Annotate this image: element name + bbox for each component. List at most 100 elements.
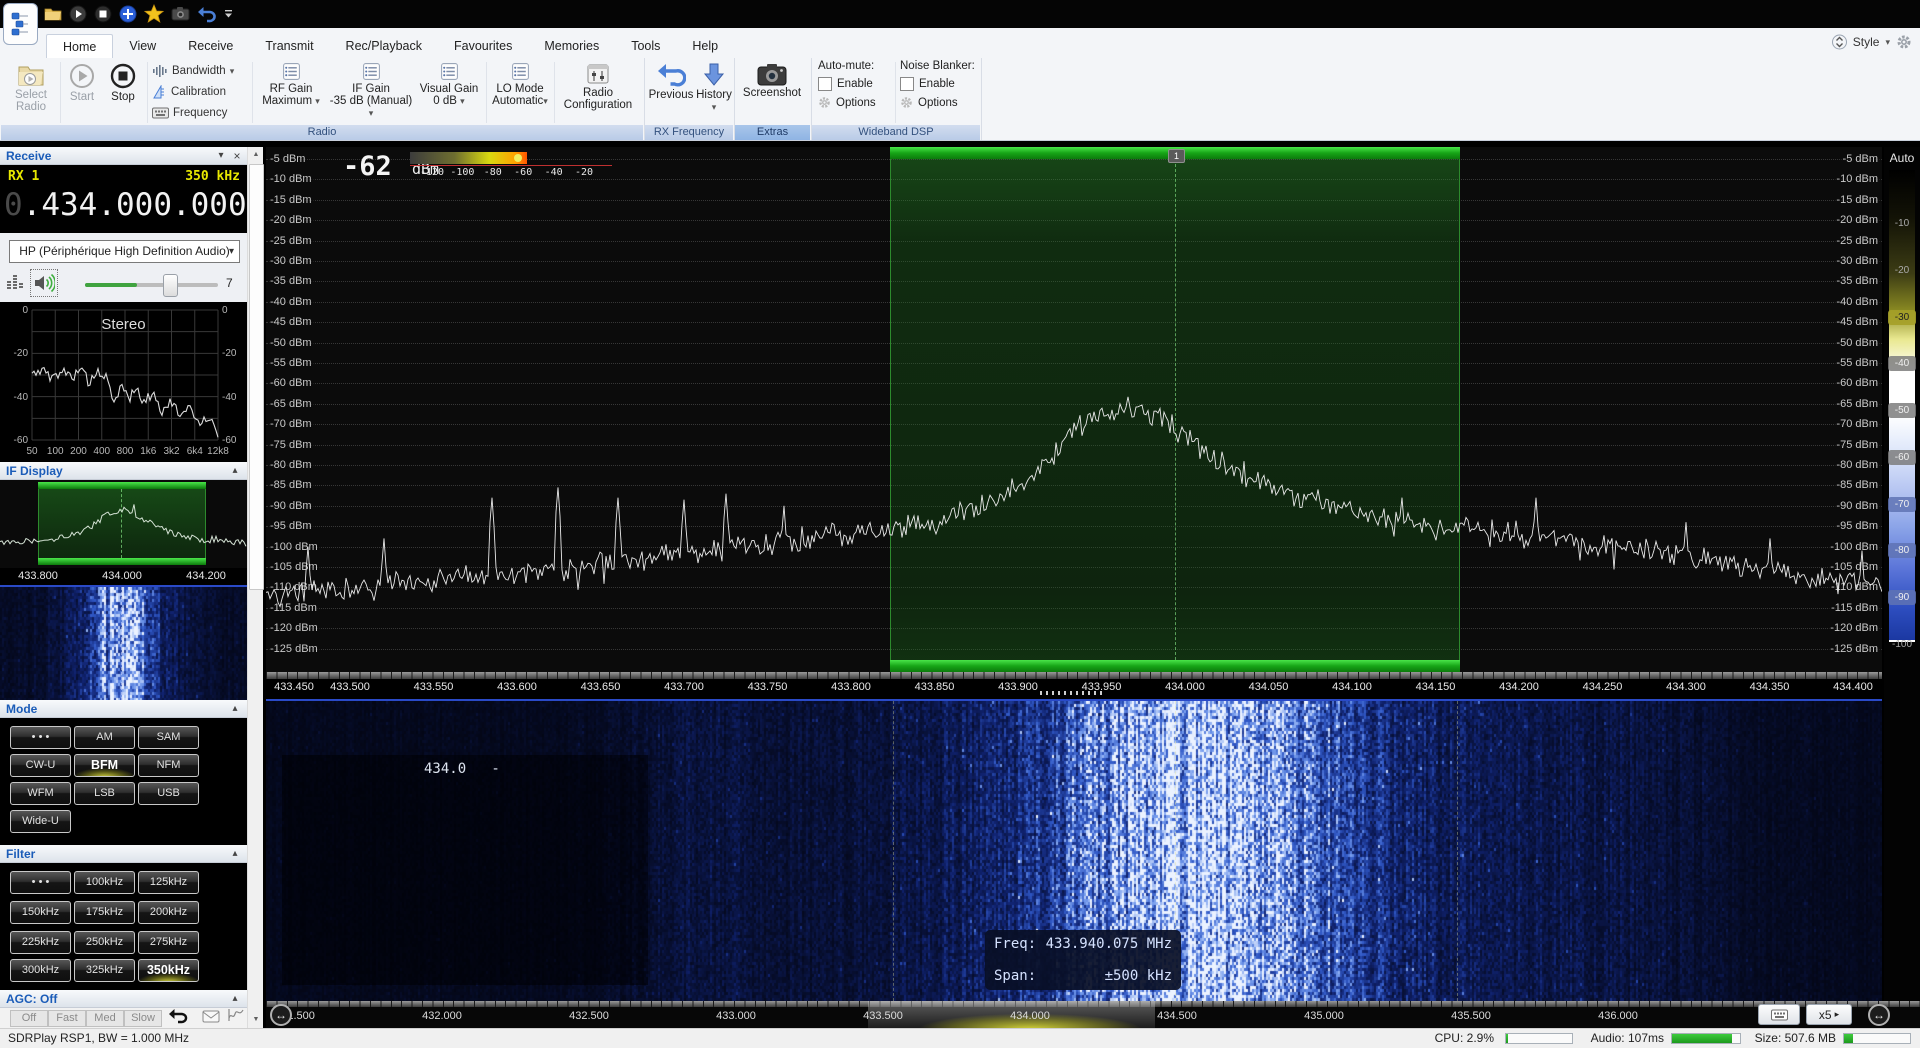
nav-freq-label: 432.000 <box>416 1010 468 1022</box>
agc-button-fast[interactable]: Fast <box>48 1010 86 1027</box>
mode-button-am[interactable]: AM <box>74 726 135 749</box>
frequency-navigation-bar[interactable]: 431.500432.000432.500433.000433.500434.0… <box>266 1001 1920 1028</box>
undo-tune-icon[interactable] <box>168 1008 190 1024</box>
frequency-button[interactable]: Frequency <box>152 103 227 123</box>
screenshot-button[interactable]: Screenshot <box>739 60 805 99</box>
notes-icon[interactable] <box>202 1010 220 1023</box>
spectrum-frequency-axis[interactable]: 433.450433.500433.550433.600433.650433.7… <box>266 672 1882 699</box>
tab-home[interactable]: Home <box>46 34 113 58</box>
favourite-star-icon[interactable] <box>144 4 164 23</box>
auto-mute-options-button[interactable]: Options <box>818 96 892 109</box>
audio-device-select[interactable]: HP (Périphérique High Definition Audio) … <box>9 240 240 263</box>
sdr-console-window: HomeViewReceiveTransmitRec/PlaybackFavou… <box>0 0 1920 1048</box>
filter-button-more[interactable]: • • • <box>10 871 71 894</box>
pan-indicator[interactable] <box>1040 691 1102 695</box>
frequency-display[interactable]: RX 1 350 kHz 0.434.000.000 <box>0 165 247 233</box>
style-button[interactable]: Style <box>1853 35 1880 49</box>
volume-slider-handle[interactable] <box>163 274 178 297</box>
play-icon[interactable] <box>69 5 87 23</box>
tab-rec-playback[interactable]: Rec/Playback <box>330 34 438 58</box>
tab-help[interactable]: Help <box>676 34 734 58</box>
filter-button-125khz[interactable]: 125kHz <box>138 871 199 894</box>
calibration-button[interactable]: Calibration <box>152 82 226 102</box>
collapse-panel-icon[interactable]: ▾ <box>213 147 229 165</box>
filter-button-325khz[interactable]: 325kHz <box>74 959 135 982</box>
filter-button-275khz[interactable]: 275kHz <box>138 931 199 954</box>
filter-button-225khz[interactable]: 225kHz <box>10 931 71 954</box>
tab-memories[interactable]: Memories <box>528 34 615 58</box>
tab-tools[interactable]: Tools <box>615 34 676 58</box>
mode-button-[interactable]: • • • <box>10 726 71 749</box>
undo-icon[interactable] <box>197 5 217 23</box>
mode-button-wfm[interactable]: WFM <box>10 782 71 805</box>
stop-icon[interactable] <box>94 5 112 23</box>
previous-frequency-button[interactable]: Previous <box>646 60 696 101</box>
agc-button-off[interactable]: Off <box>10 1010 48 1027</box>
close-panel-icon[interactable]: × <box>229 147 245 165</box>
noise-blanker-enable-checkbox[interactable]: Enable <box>900 77 978 91</box>
mode-button-usb[interactable]: USB <box>138 782 199 805</box>
ribbon-group-label-radio: Radio <box>1 125 643 140</box>
scroll-up-icon[interactable]: ▲ <box>248 147 264 163</box>
visual-gain-button[interactable]: Visual Gain 0 dB ▾ <box>415 60 483 107</box>
open-folder-icon[interactable] <box>44 6 62 22</box>
mode-button-bfm[interactable]: BFM <box>74 754 135 777</box>
filter-button-150khz[interactable]: 150kHz <box>10 901 71 924</box>
filter-button-100khz[interactable]: 100kHz <box>74 871 135 894</box>
pan-left-right-button[interactable]: ↔ <box>270 1004 292 1026</box>
filter-button-200khz[interactable]: 200kHz <box>138 901 199 924</box>
radio-configuration-button[interactable]: RadioConfiguration <box>556 60 640 111</box>
collapse-panel-icon[interactable]: ▴ <box>227 700 243 718</box>
application-menu-button[interactable] <box>3 3 38 45</box>
mode-button-wide-u[interactable]: Wide-U <box>10 810 71 833</box>
mode-button-sam[interactable]: SAM <box>138 726 199 749</box>
equalizer-icon[interactable] <box>6 271 26 293</box>
stop-button[interactable]: Stop <box>103 60 143 103</box>
mode-button-lsb[interactable]: LSB <box>74 782 135 805</box>
signal-history-icon[interactable] <box>228 1008 244 1023</box>
tab-favourites[interactable]: Favourites <box>438 34 528 58</box>
filter-button-300khz[interactable]: 300kHz <box>10 959 71 982</box>
zoom-factor-button[interactable]: x5▸ <box>1806 1004 1852 1025</box>
left-panel-scrollbar[interactable]: ▲ ▼ <box>247 147 263 1028</box>
scrollbar-thumb[interactable] <box>249 164 264 590</box>
ribbon-group-label-wideband-dsp: Wideband DSP <box>812 125 980 140</box>
if-gain-button[interactable]: IF Gain -35 dB (Manual) ▾ <box>327 60 415 119</box>
collapse-panel-icon[interactable]: ▴ <box>227 845 243 863</box>
agc-button-slow[interactable]: Slow <box>124 1010 162 1027</box>
agc-button-med[interactable]: Med <box>86 1010 124 1027</box>
filter-button-350khz[interactable]: 350kHz <box>138 959 199 982</box>
add-icon[interactable] <box>119 5 137 23</box>
mode-button-cw-u[interactable]: CW-U <box>10 754 71 777</box>
style-dropdown-icon[interactable]: ▾ <box>1885 37 1890 48</box>
history-button[interactable]: History▾ <box>696 60 732 113</box>
settings-gear-icon[interactable] <box>1896 34 1912 50</box>
spectrum-display[interactable]: -5 dBm-5 dBm-10 dBm-10 dBm-15 dBm-15 dBm… <box>266 147 1882 672</box>
lo-mode-dropdown-icon: ▾ <box>543 96 548 106</box>
waterfall-colour-scale[interactable]: Auto -10-20-30-40-50-60-70-80-90-100 <box>1884 147 1920 1001</box>
select-radio-button[interactable]: SelectRadio <box>6 60 56 113</box>
waterfall-display[interactable]: 434.0 - Freq:433.940.075 MHz Span:±500 k… <box>266 701 1882 1001</box>
collapse-panel-icon[interactable]: ▴ <box>227 990 243 1008</box>
tab-receive[interactable]: Receive <box>172 34 249 58</box>
auto-mute-enable-checkbox[interactable]: Enable <box>818 77 892 91</box>
lo-mode-button[interactable]: LO Mode Automatic▾ <box>488 60 552 107</box>
camera-icon[interactable] <box>171 6 190 21</box>
rf-gain-button[interactable]: RF Gain Maximum ▾ <box>255 60 327 107</box>
collapse-ribbon-icon[interactable] <box>1832 34 1847 50</box>
mode-button-nfm[interactable]: NFM <box>138 754 199 777</box>
collapse-panel-icon[interactable]: ▴ <box>227 462 243 480</box>
filter-button-175khz[interactable]: 175kHz <box>74 901 135 924</box>
quick-access-dropdown-icon[interactable] <box>224 9 233 19</box>
expand-span-button[interactable]: ↔ <box>1868 1004 1890 1026</box>
filter-button-250khz[interactable]: 250kHz <box>74 931 135 954</box>
scroll-down-icon[interactable]: ▼ <box>248 1012 264 1028</box>
tab-transmit[interactable]: Transmit <box>249 34 329 58</box>
frequency-digits[interactable]: 0.434.000.000 <box>4 187 247 223</box>
keyboard-entry-button[interactable] <box>1758 1004 1800 1025</box>
bandwidth-button[interactable]: Bandwidth▾ <box>152 61 234 81</box>
mute-speaker-button[interactable] <box>30 269 58 297</box>
noise-blanker-options-button[interactable]: Options <box>900 96 978 109</box>
tab-view[interactable]: View <box>113 34 172 58</box>
start-button[interactable]: Start <box>62 60 102 103</box>
